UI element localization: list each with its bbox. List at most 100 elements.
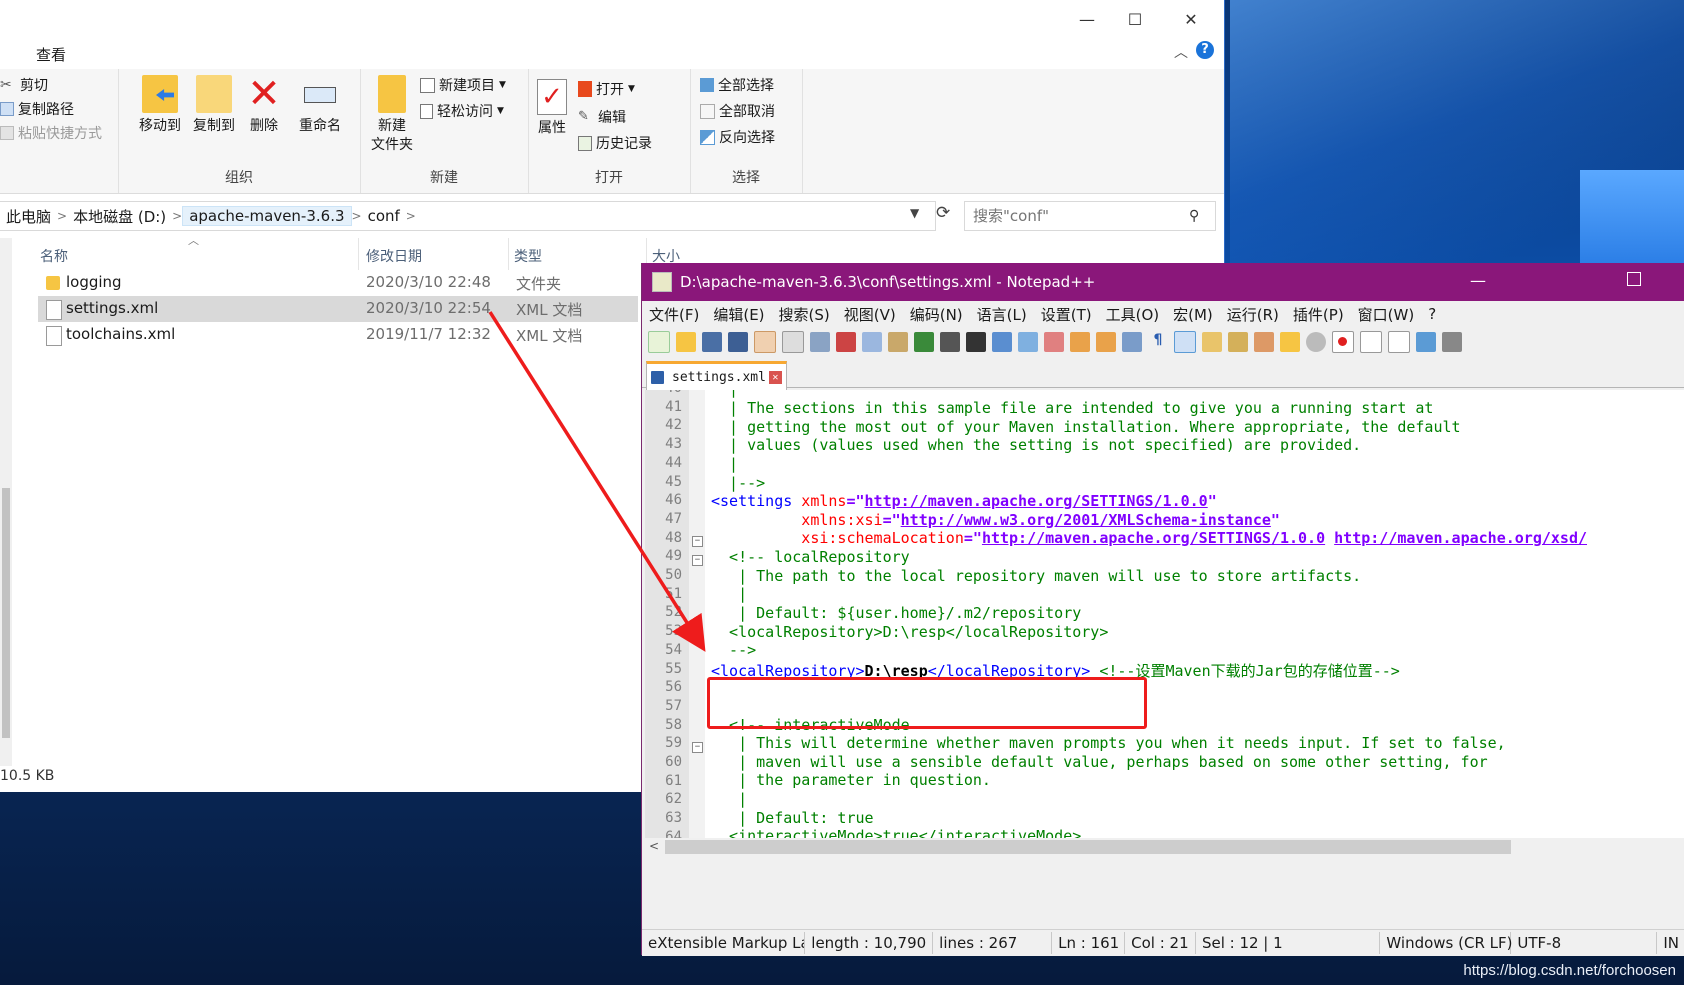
open-button[interactable]: 打开 ▼ [578, 79, 635, 99]
menu-language[interactable]: 语言(L) [970, 304, 1034, 325]
horizontal-scrollbar[interactable]: < [645, 838, 1684, 856]
search-icon[interactable]: ⚲ [1189, 208, 1199, 224]
minimize-button[interactable]: — [1064, 6, 1110, 32]
maximize-button[interactable] [1627, 272, 1641, 286]
properties-button[interactable]: ✓ 属性 [532, 79, 572, 138]
indent-guide-icon[interactable] [1174, 331, 1196, 353]
sync-vertical-icon[interactable] [1070, 332, 1090, 352]
address-bar[interactable]: 此电脑 > 本地磁盘 (D:) > apache-maven-3.6.3 > c… [0, 201, 936, 231]
edit-button[interactable]: ✎ 编辑 [578, 107, 626, 127]
select-none-button[interactable]: 全部取消 [700, 101, 775, 121]
function-list-icon[interactable] [1254, 332, 1274, 352]
paste-icon[interactable] [888, 332, 908, 352]
zoom-out-icon[interactable] [1044, 332, 1064, 352]
show-all-chars-icon[interactable]: ¶ [1148, 332, 1168, 352]
undo-icon[interactable] [914, 332, 934, 352]
menu-edit[interactable]: 编辑(E) [706, 304, 771, 325]
search-input[interactable] [965, 206, 1175, 226]
copy-path-button[interactable]: 复制路径 [0, 99, 74, 119]
save-icon[interactable] [702, 332, 722, 352]
menu-window[interactable]: 窗口(W) [1351, 304, 1422, 325]
help-icon[interactable]: ? [1196, 41, 1214, 59]
copy-to-button[interactable]: 复制到 [186, 75, 242, 136]
nav-pane-scrollbar[interactable] [0, 238, 12, 766]
code-editor[interactable]: 40 41 42 4344 45 4647 48 49 50 51 52 5354 55 5657 58 59… [645, 390, 1684, 838]
close-file-icon[interactable] [754, 331, 776, 353]
menu-encoding[interactable]: 编码(N) [903, 304, 970, 325]
invert-selection-button[interactable]: 反向选择 [700, 127, 775, 147]
menu-settings[interactable]: 设置(T) [1034, 304, 1099, 325]
xml-url[interactable]: http://maven.apache.org/xsd/ [1334, 529, 1587, 547]
xml-url[interactable]: http://maven.apache.org/SETTINGS/1.0.0 [982, 529, 1325, 547]
zoom-in-icon[interactable] [1018, 332, 1038, 352]
udl-icon[interactable] [1202, 332, 1222, 352]
menu-plugins[interactable]: 插件(P) [1286, 304, 1351, 325]
paste-shortcut-button[interactable]: 粘贴快捷方式 [0, 123, 102, 143]
menu-run[interactable]: 运行(R) [1220, 304, 1286, 325]
cut-button[interactable]: ✂ 剪切 [0, 75, 48, 95]
run-macro-multiple-icon[interactable] [1416, 332, 1436, 352]
menu-macro[interactable]: 宏(M) [1166, 304, 1220, 325]
select-all-button[interactable]: 全部选择 [700, 75, 774, 95]
history-button[interactable]: 历史记录 [578, 133, 652, 153]
column-header-modified[interactable]: 修改日期 [366, 246, 422, 266]
column-header-type[interactable]: 类型 [514, 246, 542, 266]
replace-icon[interactable] [992, 332, 1012, 352]
monitoring-icon[interactable] [1306, 332, 1326, 352]
fold-collapse-icon[interactable]: − [692, 742, 703, 753]
copy-icon[interactable] [862, 332, 882, 352]
tab-settings-xml[interactable]: settings.xml ✕ [646, 361, 787, 390]
chevron-right-icon[interactable]: > [172, 209, 182, 223]
maximize-button[interactable]: ☐ [1112, 6, 1158, 32]
delete-button[interactable]: ✕ 删除 [244, 74, 284, 136]
open-file-icon[interactable] [676, 332, 696, 352]
xml-url[interactable]: http://maven.apache.org/SETTINGS/1.0.0 [865, 492, 1208, 510]
doc-map-icon[interactable] [1228, 332, 1248, 352]
breadcrumb-this-pc[interactable]: 此电脑 [0, 206, 57, 227]
status-encoding[interactable]: UTF-8 [1511, 932, 1658, 954]
sync-horizontal-icon[interactable] [1096, 332, 1116, 352]
search-box[interactable]: ⚲ [964, 201, 1216, 231]
refresh-icon[interactable]: ⟳ [936, 203, 950, 223]
menu-tools[interactable]: 工具(O) [1099, 304, 1167, 325]
easy-access-button[interactable]: 轻松访问 ▼ [420, 101, 504, 121]
redo-icon[interactable] [940, 332, 960, 352]
word-wrap-icon[interactable] [1122, 332, 1142, 352]
file-row[interactable]: toolchains.xml 2019/11/7 12:32 XML 文档 [38, 322, 638, 348]
column-header-name[interactable]: 名称 [40, 246, 68, 266]
move-to-button[interactable]: 移动到 [132, 75, 188, 136]
breadcrumb-maven[interactable]: apache-maven-3.6.3 [182, 206, 352, 226]
file-row[interactable]: logging 2020/3/10 22:48 文件夹 [38, 270, 638, 296]
close-button[interactable]: ✕ [1168, 6, 1214, 32]
chevron-down-icon[interactable]: ▼ [910, 206, 919, 220]
breadcrumb-conf[interactable]: conf [362, 207, 406, 225]
file-row-selected[interactable]: settings.xml 2020/3/10 22:54 XML 文档 [38, 296, 638, 322]
record-macro-icon[interactable] [1332, 331, 1354, 353]
scrollbar-thumb[interactable] [665, 840, 1511, 854]
chevron-right-icon[interactable]: > [406, 209, 416, 223]
playback-macro-icon[interactable] [1388, 331, 1410, 353]
close-icon[interactable]: ✕ [768, 370, 782, 384]
new-folder-button[interactable]: 新建 文件夹 [364, 75, 420, 155]
menu-view[interactable]: 视图(V) [837, 304, 903, 325]
xml-url[interactable]: http://www.w3.org/2001/XMLSchema-instanc… [901, 511, 1271, 529]
npp-title-bar[interactable]: D:\apache-maven-3.6.3\conf\settings.xml … [642, 263, 1684, 301]
menu-file[interactable]: 文件(F) [642, 304, 706, 325]
menu-help[interactable]: ? [1421, 305, 1443, 323]
save-all-icon[interactable] [728, 332, 748, 352]
minimize-button[interactable]: — [1470, 271, 1486, 290]
cut-icon[interactable] [836, 332, 856, 352]
rename-button[interactable]: 重命名 [292, 75, 348, 136]
menu-search[interactable]: 搜索(S) [772, 304, 837, 325]
chevron-up-icon[interactable]: ︿ [1174, 42, 1188, 62]
find-icon[interactable] [966, 332, 986, 352]
tab-view[interactable]: 查看 [36, 44, 66, 65]
folder-workspace-icon[interactable] [1280, 332, 1300, 352]
close-all-icon[interactable] [782, 331, 804, 353]
save-macro-icon[interactable] [1442, 332, 1462, 352]
fold-collapse-icon[interactable]: − [692, 555, 703, 566]
breadcrumb-drive-d[interactable]: 本地磁盘 (D:) [67, 206, 172, 227]
status-eol[interactable]: Windows (CR LF) [1380, 932, 1513, 954]
new-item-button[interactable]: 新建项目 ▼ [420, 75, 506, 95]
stop-record-icon[interactable] [1360, 331, 1382, 353]
